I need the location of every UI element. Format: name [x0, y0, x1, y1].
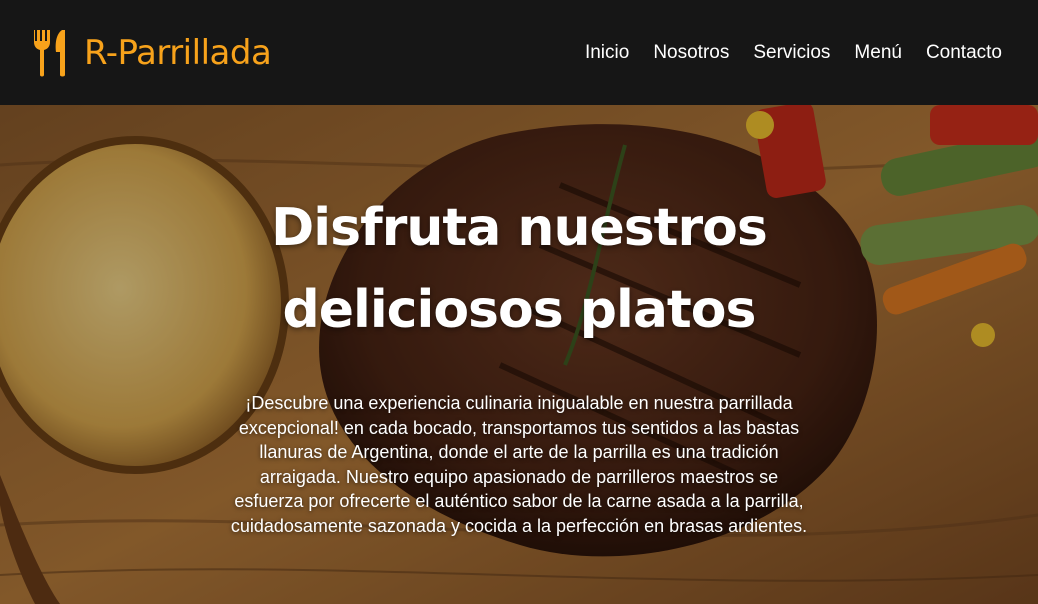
hero-content: Disfruta nuestros deliciosos platos ¡Des… [0, 105, 1038, 604]
nav-link-inicio[interactable]: Inicio [585, 42, 629, 64]
nav-link-servicios[interactable]: Servicios [753, 42, 830, 64]
brand[interactable]: R-Parrillada [30, 28, 272, 78]
hero-title: Disfruta nuestros deliciosos platos [271, 198, 768, 340]
site-header: R-Parrillada Inicio Nosotros Servicios M… [0, 0, 1038, 105]
nav-link-contacto[interactable]: Contacto [926, 42, 1002, 64]
fork-and-knife-icon [34, 29, 65, 76]
nav-link-nosotros[interactable]: Nosotros [653, 42, 729, 64]
main-nav: Inicio Nosotros Servicios Menú Contacto [585, 42, 1002, 64]
hero-description: ¡Descubre una experiencia culinaria inig… [230, 393, 808, 536]
hero-section: Disfruta nuestros deliciosos platos ¡Des… [0, 105, 1038, 604]
nav-link-menu[interactable]: Menú [854, 42, 902, 64]
brand-name: R-Parrillada [84, 32, 272, 73]
